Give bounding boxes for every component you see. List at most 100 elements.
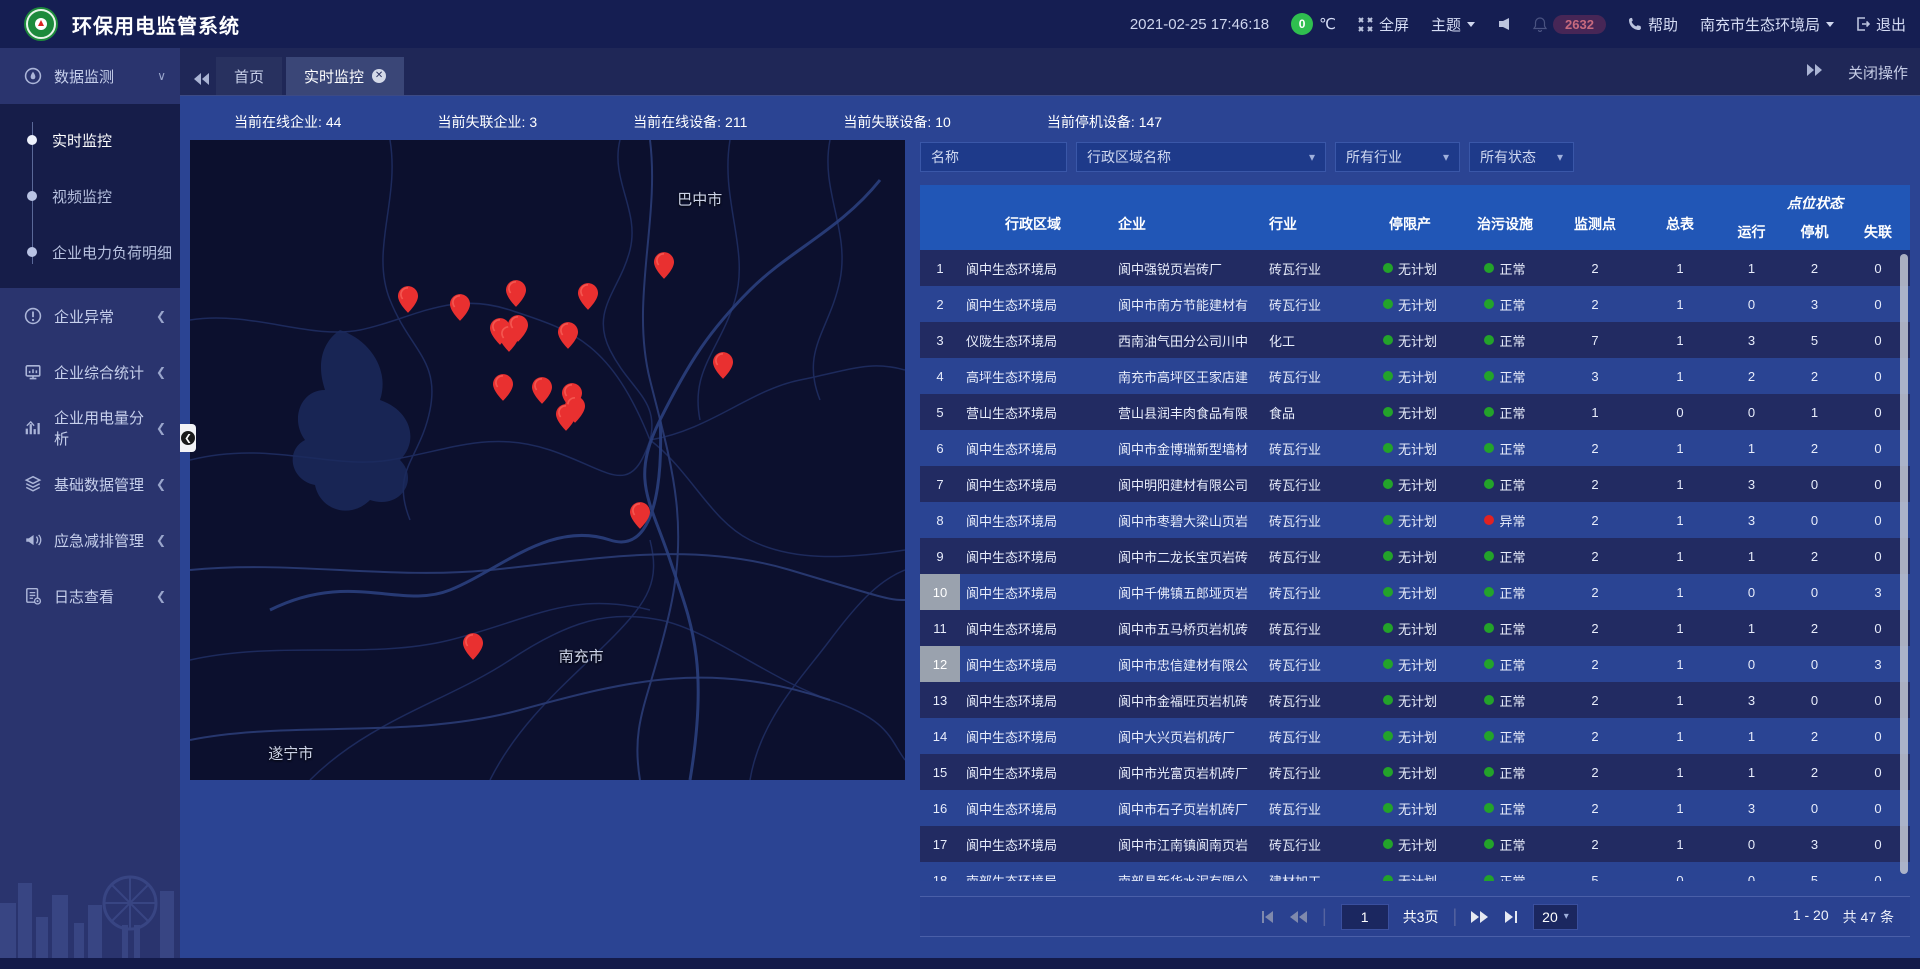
cell-run: 0: [1720, 394, 1783, 430]
tabs-scroll-left-button[interactable]: [194, 73, 210, 85]
cell-points: 2: [1550, 790, 1640, 826]
table-row[interactable]: 10阆中生态环境局阆中千佛镇五郎垭页岩砖瓦行业无计划正常21003: [920, 574, 1910, 610]
app-header: 环保用电监管系统 2021-02-25 17:46:18 0 ℃ 全屏 主题: [0, 0, 1920, 48]
map-pin-icon[interactable]: [450, 294, 470, 321]
sidebar-subitem-企业电力负荷明细[interactable]: 企业电力负荷明细: [0, 224, 180, 280]
next-page-button[interactable]: [1471, 911, 1489, 923]
help-label: 帮助: [1648, 14, 1678, 35]
sidebar-item-4[interactable]: 基础数据管理❮: [0, 456, 180, 512]
cell-device-status: 正常: [1460, 646, 1550, 682]
region-select[interactable]: 行政区域名称 ▾: [1076, 142, 1326, 172]
industry-select[interactable]: 所有行业 ▾: [1335, 142, 1460, 172]
first-page-button[interactable]: [1260, 911, 1276, 923]
table-row[interactable]: 9阆中生态环境局阆中市二龙长宝页岩砖砖瓦行业无计划正常21120: [920, 538, 1910, 574]
close-operations-button[interactable]: 关闭操作: [1848, 62, 1908, 83]
map-collapse-handle[interactable]: ❮: [180, 424, 196, 452]
table-row[interactable]: 7阆中生态环境局阆中明阳建材有限公司砖瓦行业无计划正常21300: [920, 466, 1910, 502]
cell-company: 南部县新华水泥有限公: [1100, 862, 1265, 881]
sidebar-subitem-实时监控[interactable]: 实时监控: [0, 112, 180, 168]
cell-company: 阆中市忠信建材有限公: [1100, 646, 1265, 682]
table-scrollbar[interactable]: [1900, 254, 1908, 874]
cell-run: 1: [1720, 250, 1783, 286]
name-search-input[interactable]: 名称: [920, 142, 1067, 172]
tabs-scroll-right-button[interactable]: [1806, 63, 1822, 81]
table-row[interactable]: 2阆中生态环境局阆中市南方节能建材有砖瓦行业无计划正常21030: [920, 286, 1910, 322]
cell-region: 阆中生态环境局: [960, 502, 1100, 538]
table-row[interactable]: 15阆中生态环境局阆中市光富页岩机砖厂砖瓦行业无计划正常21120: [920, 754, 1910, 790]
sidebar-item-6[interactable]: 日志查看❮: [0, 568, 180, 624]
cell-points: 2: [1550, 646, 1640, 682]
cell-device-status: 正常: [1460, 466, 1550, 502]
logout-button[interactable]: 退出: [1856, 14, 1906, 35]
theme-dropdown[interactable]: 主题: [1431, 14, 1475, 35]
sidebar-item-5[interactable]: 应急减排管理❮: [0, 512, 180, 568]
table-row[interactable]: 16阆中生态环境局阆中市石子页岩机砖厂砖瓦行业无计划正常21300: [920, 790, 1910, 826]
table-row[interactable]: 14阆中生态环境局阆中大兴页岩机砖厂砖瓦行业无计划正常21120: [920, 718, 1910, 754]
map-pin-icon[interactable]: [398, 286, 418, 313]
main-content: 当前在线企业:44当前失联企业:3当前在线设备:211当前失联设备:10当前停机…: [180, 96, 1920, 969]
map-pin-icon[interactable]: [558, 322, 578, 349]
map-pin-icon[interactable]: [493, 374, 513, 401]
chevron-down-icon: ▾: [1443, 150, 1449, 164]
table-row[interactable]: 13阆中生态环境局阆中市金福旺页岩机砖砖瓦行业无计划正常21300: [920, 682, 1910, 718]
sidebar-item-0[interactable]: 数据监测∨: [0, 48, 180, 104]
table-row[interactable]: 8阆中生态环境局阆中市枣碧大梁山页岩砖瓦行业无计划异常21300: [920, 502, 1910, 538]
sidebar-item-3[interactable]: 企业用电量分析❮: [0, 400, 180, 456]
map-pin-icon[interactable]: [578, 283, 598, 310]
map-pin-icon[interactable]: [463, 633, 483, 660]
cell-index: 13: [920, 682, 960, 718]
cell-industry: 砖瓦行业: [1265, 250, 1360, 286]
map-pin-icon[interactable]: [630, 502, 650, 529]
cell-industry: 砖瓦行业: [1265, 286, 1360, 322]
sound-toggle[interactable]: [1497, 17, 1511, 31]
cell-company: 阆中明阳建材有限公司: [1100, 466, 1265, 502]
map-pin-icon[interactable]: [506, 280, 526, 307]
cell-run: 2: [1720, 358, 1783, 394]
table-row[interactable]: 17阆中生态环境局阆中市江南镇阆南页岩砖瓦行业无计划正常21030: [920, 826, 1910, 862]
cell-points: 2: [1550, 286, 1640, 322]
table-row[interactable]: 12阆中生态环境局阆中市忠信建材有限公砖瓦行业无计划正常21003: [920, 646, 1910, 682]
notifications[interactable]: 2632: [1533, 15, 1606, 34]
sidebar-item-1[interactable]: 企业异常❮: [0, 288, 180, 344]
cell-points: 2: [1550, 250, 1640, 286]
cell-run: 3: [1720, 322, 1783, 358]
status-dot-icon: [1484, 443, 1494, 453]
map-pin-icon[interactable]: [532, 377, 552, 404]
map-pin-icon[interactable]: [654, 252, 674, 279]
status-dot-icon: [1383, 263, 1393, 273]
sidebar-item-2[interactable]: 企业综合统计❮: [0, 344, 180, 400]
cell-points: 2: [1550, 718, 1640, 754]
column-header-device: 治污设施: [1460, 185, 1550, 250]
org-dropdown[interactable]: 南充市生态环境局: [1700, 14, 1834, 35]
close-icon[interactable]: ✕: [372, 69, 386, 83]
tab-首页[interactable]: 首页: [216, 57, 282, 95]
map-pin-icon[interactable]: [713, 352, 733, 379]
fullscreen-button[interactable]: 全屏: [1358, 14, 1409, 35]
status-select[interactable]: 所有状态 ▾: [1469, 142, 1574, 172]
cell-run: 0: [1720, 286, 1783, 322]
status-dot-icon: [1383, 443, 1393, 453]
table-row[interactable]: 3仪陇生态环境局西南油气田分公司川中化工无计划正常71350: [920, 322, 1910, 358]
sidebar-subitem-视频监控[interactable]: 视频监控: [0, 168, 180, 224]
tab-实时监控[interactable]: 实时监控✕: [286, 57, 404, 95]
table-row[interactable]: 1阆中生态环境局阆中强锐页岩砖厂砖瓦行业无计划正常21120: [920, 250, 1910, 286]
table-row[interactable]: 5营山生态环境局营山县润丰肉食品有限食品无计划正常10010: [920, 394, 1910, 430]
app-title: 环保用电监管系统: [72, 10, 240, 39]
last-page-button[interactable]: [1503, 911, 1519, 923]
map-pin-icon[interactable]: [508, 315, 528, 342]
cell-device-status: 正常: [1460, 394, 1550, 430]
prev-page-button[interactable]: [1290, 911, 1308, 923]
cell-plan-status: 无计划: [1360, 502, 1460, 538]
cell-industry: 砖瓦行业: [1265, 790, 1360, 826]
table-row[interactable]: 4高坪生态环境局南充市高坪区王家店建砖瓦行业无计划正常31220: [920, 358, 1910, 394]
table-row[interactable]: 18南部生态环境局南部县新华水泥有限公建材加工无计划正常50050: [920, 862, 1910, 881]
map-panel[interactable]: 巴中市南充市遂宁市: [190, 140, 905, 780]
page-number-input[interactable]: 1: [1341, 904, 1389, 930]
table-row[interactable]: 11阆中生态环境局阆中市五马桥页岩机砖砖瓦行业无计划正常21120: [920, 610, 1910, 646]
page-size-select[interactable]: 20 ▾: [1533, 904, 1578, 930]
status-dot-icon: [1484, 623, 1494, 633]
table-row[interactable]: 6阆中生态环境局阆中市金博瑞新型墙材砖瓦行业无计划正常21120: [920, 430, 1910, 466]
help-button[interactable]: 帮助: [1628, 14, 1678, 35]
map-pin-icon[interactable]: [556, 404, 576, 431]
fullscreen-icon: [1358, 17, 1373, 32]
